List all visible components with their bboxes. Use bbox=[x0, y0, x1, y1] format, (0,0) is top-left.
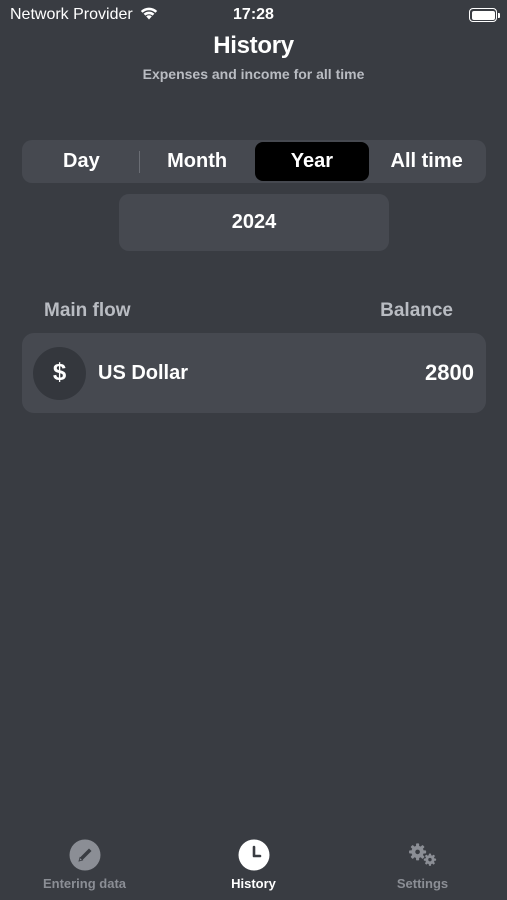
status-bar: Network Provider 17:28 bbox=[0, 0, 507, 30]
pencil-icon bbox=[68, 838, 102, 872]
wifi-icon bbox=[139, 5, 159, 25]
balance-label: Balance bbox=[380, 300, 453, 321]
tab-label-history: History bbox=[231, 876, 276, 891]
page-subtitle: Expenses and income for all time bbox=[142, 66, 365, 82]
currency-row-usd[interactable]: $ US Dollar 2800 bbox=[22, 333, 486, 413]
page-title: History bbox=[213, 32, 294, 59]
carrier-name: Network Provider bbox=[10, 6, 133, 23]
segment-year[interactable]: Year bbox=[254, 142, 370, 181]
battery-icon bbox=[469, 8, 500, 22]
header: History Expenses and income for all time bbox=[0, 32, 507, 82]
period-segmented-control: Day Month Year All time bbox=[22, 140, 486, 183]
dollar-icon: $ bbox=[33, 346, 86, 400]
tab-label-entering-data: Entering data bbox=[42, 876, 127, 891]
section-header: Main flow Balance bbox=[44, 300, 453, 322]
segment-day[interactable]: Day bbox=[24, 142, 139, 181]
tab-history[interactable]: History bbox=[179, 838, 329, 891]
segment-month[interactable]: Month bbox=[140, 142, 255, 181]
clock-icon bbox=[237, 838, 271, 872]
main-flow-label: Main flow bbox=[44, 300, 131, 321]
tab-settings[interactable]: Settings bbox=[348, 838, 498, 891]
tab-label-settings: Settings bbox=[396, 876, 449, 891]
tab-entering-data[interactable]: Entering data bbox=[10, 838, 160, 891]
year-selector-button[interactable]: 2024 bbox=[119, 194, 389, 251]
tab-bar: Entering data History Settings bbox=[0, 838, 507, 900]
currency-balance: 2800 bbox=[425, 360, 474, 385]
segment-all-time[interactable]: All time bbox=[369, 142, 484, 181]
battery-fill bbox=[471, 10, 495, 20]
currency-name: US Dollar bbox=[98, 361, 189, 384]
gears-icon bbox=[406, 838, 440, 872]
status-left: Network Provider bbox=[10, 5, 159, 25]
